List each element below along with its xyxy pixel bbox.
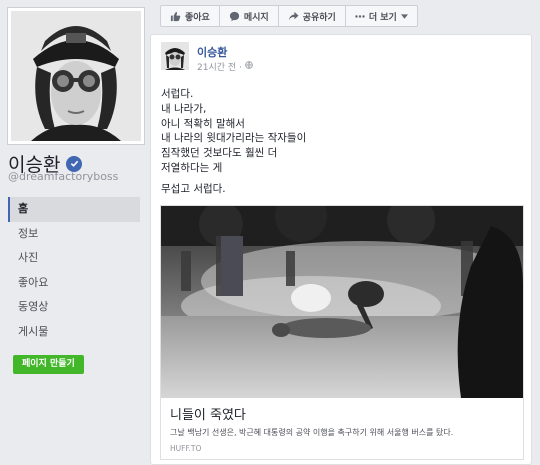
nav-item-home[interactable]: 홈 bbox=[8, 197, 140, 222]
page-username: @dreamfactoryboss bbox=[8, 170, 119, 183]
thumbs-up-icon bbox=[170, 11, 181, 22]
post-text-line: 저열하다는 게 bbox=[161, 161, 223, 174]
like-label: 좋아요 bbox=[185, 12, 210, 23]
post-text-closing-line: 무섭고 서럽다. bbox=[161, 182, 226, 195]
share-arrow-icon bbox=[288, 11, 299, 22]
post-text-line: 아니 적확히 말해서 bbox=[161, 117, 245, 130]
link-domain: HUFF.TO bbox=[170, 444, 202, 453]
link-preview-image[interactable] bbox=[161, 206, 523, 398]
message-label: 메시지 bbox=[243, 12, 269, 23]
nav-item-about[interactable]: 정보 bbox=[8, 222, 140, 247]
link-description: 그날 백남기 선생은, 박근혜 대통령의 공약 이행을 촉구하기 위해 서울행 … bbox=[170, 428, 454, 437]
post-text-line: 내 나라가, bbox=[161, 102, 207, 115]
link-title[interactable]: 니들이 죽였다 bbox=[170, 404, 246, 423]
share-button[interactable]: 공유하기 bbox=[279, 6, 346, 26]
more-button[interactable]: 더 보기 bbox=[346, 6, 417, 26]
nav-item-videos[interactable]: 동영상 bbox=[8, 295, 140, 320]
message-bubble-icon bbox=[229, 11, 240, 22]
post-card: 이승환 21시간 전 · 서럽다. 내 나라가, 아니 적확히 말해서 내 나라… bbox=[150, 34, 532, 465]
page-nav: 홈 정보 사진 좋아요 동영상 게시물 bbox=[8, 197, 140, 344]
post-text-line: 서럽다. bbox=[161, 88, 194, 100]
post-time-text: 21시간 전 · bbox=[197, 63, 242, 73]
share-label: 공유하기 bbox=[302, 12, 336, 23]
post-text: 서럽다. 내 나라가, 아니 적확히 말해서 내 나라의 윗대가리라는 작자들이… bbox=[161, 87, 521, 197]
globe-icon bbox=[245, 61, 253, 72]
nav-item-photos[interactable]: 사진 bbox=[8, 246, 140, 271]
post-author-name[interactable]: 이승환 bbox=[197, 44, 227, 60]
post-text-line: 내 나라의 윗대가리라는 작자들이 bbox=[161, 132, 307, 145]
nav-item-posts[interactable]: 게시물 bbox=[8, 320, 140, 345]
shared-link-card[interactable]: 니들이 죽였다 그날 백남기 선생은, 박근혜 대통령의 공약 이행을 촉구하기… bbox=[160, 205, 524, 460]
post-text-line: 짐작했던 것보다도 훨씬 더 bbox=[161, 147, 278, 160]
like-button[interactable]: 좋아요 bbox=[161, 6, 220, 26]
profile-picture[interactable] bbox=[8, 8, 144, 144]
message-button[interactable]: 메시지 bbox=[220, 6, 279, 26]
page-action-bar: 좋아요 메시지 공유하기 더 보기 bbox=[160, 5, 418, 27]
more-dots-icon bbox=[355, 14, 365, 18]
post-timestamp[interactable]: 21시간 전 · bbox=[197, 60, 253, 73]
create-page-button[interactable]: 페이지 만들기 bbox=[13, 355, 84, 374]
nav-item-likes[interactable]: 좋아요 bbox=[8, 271, 140, 296]
more-label: 더 보기 bbox=[368, 12, 397, 23]
chevron-down-icon bbox=[400, 13, 408, 19]
left-column: 이승환 @dreamfactoryboss 홈 정보 사진 좋아요 동영상 게시… bbox=[0, 0, 150, 465]
post-author-avatar[interactable] bbox=[161, 42, 189, 70]
